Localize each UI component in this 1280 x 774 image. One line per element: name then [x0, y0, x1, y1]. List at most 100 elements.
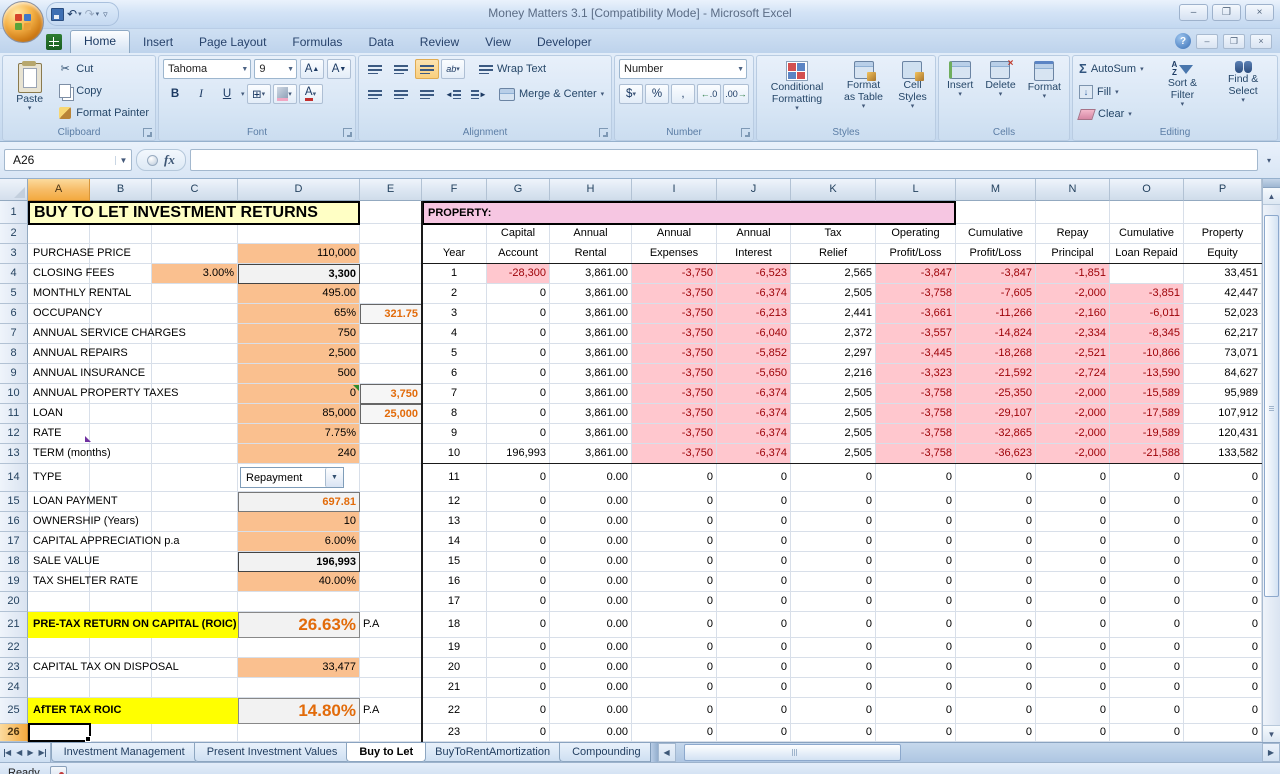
cell-K20[interactable]: 0	[791, 592, 876, 612]
formula-input[interactable]	[190, 149, 1258, 171]
cell-J12[interactable]: -6,374	[717, 424, 791, 444]
cell-O26[interactable]: 0	[1110, 724, 1184, 742]
property-banner-cell[interactable]: PROPERTY:	[422, 201, 956, 225]
cell-N4[interactable]: -1,851	[1036, 264, 1110, 284]
borders-button[interactable]: ⊞▾	[247, 84, 271, 104]
cell-H5[interactable]: 3,861.00	[550, 284, 632, 304]
column-header-J[interactable]: J	[717, 179, 791, 201]
font-size-select[interactable]: 9▼	[254, 59, 297, 79]
cell-E24[interactable]	[360, 678, 422, 698]
column-header-H[interactable]: H	[550, 179, 632, 201]
cell-K14[interactable]: 0	[791, 464, 876, 492]
cell-H23[interactable]: 0.00	[550, 658, 632, 678]
cell-L9[interactable]: -3,323	[876, 364, 956, 384]
column-header-M[interactable]: M	[956, 179, 1036, 201]
cell-H21[interactable]: 0.00	[550, 612, 632, 638]
cell-N12[interactable]: -2,000	[1036, 424, 1110, 444]
cell-P7[interactable]: 62,217	[1184, 324, 1262, 344]
cell-M12[interactable]: -32,865	[956, 424, 1036, 444]
cell-I12[interactable]: -3,750	[632, 424, 717, 444]
cell-J15[interactable]: 0	[717, 492, 791, 512]
font-name-select[interactable]: Tahoma▼	[163, 59, 251, 79]
cell-P9[interactable]: 84,627	[1184, 364, 1262, 384]
cell-I16[interactable]: 0	[632, 512, 717, 532]
orientation-button[interactable]: ab▾	[441, 59, 465, 79]
increase-decimal-button[interactable]: ←.0	[697, 84, 721, 104]
underline-button[interactable]: U	[215, 84, 239, 104]
cell-B22[interactable]	[90, 638, 152, 658]
cell-L17[interactable]: 0	[876, 532, 956, 552]
cell-O13[interactable]: -21,588	[1110, 444, 1184, 464]
cell-E8[interactable]	[360, 344, 422, 364]
fill-color-button[interactable]: ▾	[273, 84, 297, 104]
cell-P8[interactable]: 73,071	[1184, 344, 1262, 364]
cell-H4[interactable]: 3,861.00	[550, 264, 632, 284]
cell-L14[interactable]: 0	[876, 464, 956, 492]
row-header-21[interactable]: 21	[0, 612, 28, 638]
cell-K17[interactable]: 0	[791, 532, 876, 552]
cell-M1[interactable]	[956, 201, 1036, 224]
cell-G19[interactable]: 0	[487, 572, 550, 592]
cell-I4[interactable]: -3,750	[632, 264, 717, 284]
cell-G7[interactable]: 0	[487, 324, 550, 344]
sort-filter-button[interactable]: AZ Sort & Filter▾	[1156, 59, 1210, 122]
cell-D10[interactable]: 0	[238, 384, 360, 404]
cell-J14[interactable]: 0	[717, 464, 791, 492]
horizontal-scroll-track[interactable]	[676, 743, 1262, 762]
cell-H25[interactable]: 0.00	[550, 698, 632, 724]
cell-I10[interactable]: -3,750	[632, 384, 717, 404]
cell-J24[interactable]: 0	[717, 678, 791, 698]
cell-J22[interactable]: 0	[717, 638, 791, 658]
cell-F2[interactable]	[422, 224, 487, 244]
cell-J19[interactable]: 0	[717, 572, 791, 592]
cell-F3[interactable]: Year	[422, 244, 487, 264]
align-bottom-button[interactable]	[415, 59, 439, 79]
bold-button[interactable]: B	[163, 84, 187, 104]
format-cells-button[interactable]: Format▾	[1025, 59, 1064, 122]
cell-K16[interactable]: 0	[791, 512, 876, 532]
currency-format-button[interactable]: $▾	[619, 84, 643, 104]
cell-D24[interactable]	[238, 678, 360, 698]
cell-M8[interactable]: -18,268	[956, 344, 1036, 364]
cell-I8[interactable]: -3,750	[632, 344, 717, 364]
cell-K18[interactable]: 0	[791, 552, 876, 572]
cell-C24[interactable]	[152, 678, 238, 698]
cell-M19[interactable]: 0	[956, 572, 1036, 592]
cell-O15[interactable]: 0	[1110, 492, 1184, 512]
dialog-launcher-icon[interactable]	[343, 128, 352, 137]
cell-P15[interactable]: 0	[1184, 492, 1262, 512]
cell-F16[interactable]: 13	[422, 512, 487, 532]
cell-E14[interactable]	[360, 464, 422, 492]
cell-M13[interactable]: -36,623	[956, 444, 1036, 464]
vertical-split-handle[interactable]	[1263, 179, 1280, 188]
sheet-tab-buytorentamortization[interactable]: BuyToRentAmortization	[422, 743, 563, 762]
conditional-formatting-button[interactable]: Conditional Formatting▾	[761, 59, 833, 122]
italic-button[interactable]: I	[189, 84, 213, 104]
cell-E21[interactable]: P.A	[360, 612, 422, 638]
cell-J11[interactable]: -6,374	[717, 404, 791, 424]
cell-D13[interactable]: 240	[238, 444, 360, 464]
cell-L21[interactable]: 0	[876, 612, 956, 638]
decrease-decimal-button[interactable]: .00→	[723, 84, 749, 104]
cell-K23[interactable]: 0	[791, 658, 876, 678]
cell-O7[interactable]: -8,345	[1110, 324, 1184, 344]
cell-M18[interactable]: 0	[956, 552, 1036, 572]
chevron-down-icon[interactable]: ▼	[325, 468, 343, 487]
cell-B26[interactable]	[90, 724, 152, 742]
cell-G26[interactable]: 0	[487, 724, 550, 742]
cell-E16[interactable]	[360, 512, 422, 532]
cell-O2[interactable]: Cumulative	[1110, 224, 1184, 244]
row-header-11[interactable]: 11	[0, 404, 28, 424]
cell-G16[interactable]: 0	[487, 512, 550, 532]
office-button[interactable]	[2, 1, 44, 43]
cell-O17[interactable]: 0	[1110, 532, 1184, 552]
grow-font-button[interactable]: A▲	[300, 59, 324, 79]
cell-N7[interactable]: -2,334	[1036, 324, 1110, 344]
tab-data[interactable]: Data	[355, 31, 406, 53]
cell-L3[interactable]: Profit/Loss	[876, 244, 956, 264]
cell-H12[interactable]: 3,861.00	[550, 424, 632, 444]
cell-I20[interactable]: 0	[632, 592, 717, 612]
cell-O4[interactable]	[1110, 264, 1184, 284]
cell-O14[interactable]: 0	[1110, 464, 1184, 492]
row-header-9[interactable]: 9	[0, 364, 28, 384]
